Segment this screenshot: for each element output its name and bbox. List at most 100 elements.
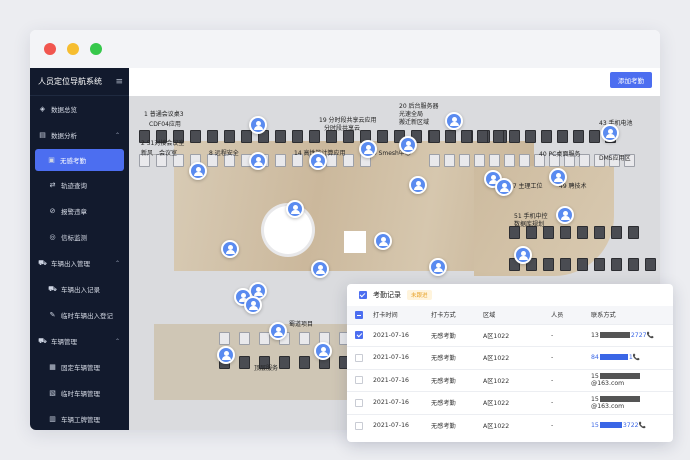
- phone-icon[interactable]: 📞: [639, 422, 646, 429]
- sidebar-item-4[interactable]: ⊘ 报警违章: [30, 198, 129, 224]
- map-zone-label: 51 手机中控: [514, 213, 548, 220]
- sidebar-item-7[interactable]: ⛟ 车辆出入记录: [30, 276, 129, 302]
- sidebar-item-6[interactable]: ⛟ 车辆出入管理 ⌃: [30, 250, 129, 276]
- person-location-pin-icon[interactable]: [221, 240, 239, 258]
- row-checkbox[interactable]: [355, 331, 363, 340]
- workstation-desk: [543, 226, 554, 239]
- person-location-pin-icon[interactable]: [249, 116, 267, 134]
- workstation-desk: [594, 226, 605, 239]
- sidebar-item-3[interactable]: ⇄ 轨迹查询: [30, 172, 129, 198]
- person-location-pin-icon[interactable]: [514, 246, 532, 264]
- phone-icon[interactable]: 📞: [633, 354, 640, 361]
- person-location-pin-icon[interactable]: [311, 260, 329, 278]
- person-location-pin-icon[interactable]: [244, 296, 262, 314]
- sidebar-item-12[interactable]: ▥ 车辆工牌管理: [30, 406, 129, 430]
- workstation-desk: [577, 226, 588, 239]
- sidebar-item-label: 车辆管理: [51, 338, 77, 346]
- table-row[interactable]: 2021-07-16 无感考勤 A区1022-13 2727📞: [347, 323, 673, 347]
- workstation-desk: [589, 130, 600, 143]
- person-location-pin-icon[interactable]: [249, 152, 267, 170]
- chevron-up-icon[interactable]: ⌃: [115, 132, 120, 139]
- person-location-pin-icon[interactable]: [399, 136, 417, 154]
- contact-cell: 13 2727📞: [591, 323, 673, 347]
- contact-prefix: 15: [591, 422, 599, 429]
- table-row[interactable]: 2021-07-16 无感考勤 A区1022-15 3722📞: [347, 413, 673, 437]
- maximize-window-button[interactable]: [90, 43, 102, 55]
- person-location-pin-icon[interactable]: [309, 152, 327, 170]
- person-location-pin-icon[interactable]: [374, 232, 392, 250]
- menu-toggle-icon[interactable]: ≡: [115, 77, 123, 87]
- close-window-button[interactable]: [44, 43, 56, 55]
- sidebar-item-1[interactable]: ▤ 数据分析 ⌃: [30, 122, 129, 148]
- redacted-contact: [599, 395, 640, 402]
- workstation-desk: [573, 130, 584, 143]
- workstation-desk: [377, 130, 388, 143]
- person-location-pin-icon[interactable]: [314, 342, 332, 360]
- redacted-contact: [599, 373, 640, 380]
- alarm-icon: ⊘: [49, 207, 56, 215]
- person-location-pin-icon[interactable]: [429, 258, 447, 276]
- workstation-desk: [219, 332, 230, 345]
- track-icon: ⇄: [49, 181, 56, 189]
- sidebar-item-label: 信标监测: [61, 234, 87, 242]
- person-location-pin-icon[interactable]: [549, 168, 567, 186]
- sidebar-item-label: 数据总览: [51, 106, 77, 114]
- chevron-up-icon[interactable]: ⌃: [115, 338, 120, 345]
- check-in-area: A区1022: [483, 368, 551, 392]
- workstation-desk: [645, 258, 656, 271]
- check-in-time: 2021-07-16: [373, 323, 431, 347]
- minimize-window-button[interactable]: [67, 43, 79, 55]
- row-checkbox[interactable]: [355, 353, 363, 362]
- sidebar-item-2[interactable]: ▣ 无感考勤: [35, 149, 124, 171]
- table-row[interactable]: 2021-07-16 无感考勤 A区1022-84 1📞: [347, 346, 673, 369]
- select-all-checkbox[interactable]: [355, 310, 363, 319]
- person-location-pin-icon[interactable]: [495, 178, 513, 196]
- sidebar-item-9[interactable]: ⛟ 车辆管理 ⌃: [30, 328, 129, 354]
- contact-prefix: 13: [591, 331, 599, 339]
- person-location-pin-icon[interactable]: [445, 112, 463, 130]
- sidebar-item-0[interactable]: ◈ 数据总览: [30, 96, 129, 122]
- person-location-pin-icon[interactable]: [217, 346, 235, 364]
- row-checkbox[interactable]: [355, 398, 363, 407]
- col-header-time: 打卡时间: [373, 306, 431, 324]
- add-attendance-button[interactable]: 添加考勤: [610, 72, 652, 88]
- workstation-desk: [509, 130, 520, 143]
- sidebar-item-label: 报警违章: [61, 208, 87, 216]
- person-location-pin-icon[interactable]: [601, 124, 619, 142]
- check-in-area: A区1022: [483, 391, 551, 414]
- row-checkbox[interactable]: [355, 376, 363, 385]
- contact-suffix: @163.com: [591, 402, 625, 410]
- person-name: -: [551, 346, 591, 369]
- contact-suffix: @163.com: [591, 380, 625, 388]
- row-checkbox[interactable]: [355, 421, 363, 430]
- register-icon: ✎: [49, 311, 56, 319]
- workstation-desk: [292, 130, 303, 143]
- table-row[interactable]: 2021-07-16 无感考勤 A区1022-15@163.com: [347, 368, 673, 392]
- person-location-pin-icon[interactable]: [359, 140, 377, 158]
- sidebar-item-5[interactable]: ◎ 信标监测: [30, 224, 129, 250]
- check-in-method: 无感考勤: [431, 391, 483, 414]
- desk-row: [509, 258, 660, 271]
- person-location-pin-icon[interactable]: [189, 162, 207, 180]
- sidebar-item-label: 无感考勤: [60, 157, 86, 165]
- map-zone-label: 顶层服务: [254, 365, 279, 372]
- workstation-desk: [560, 226, 571, 239]
- phone-icon[interactable]: 📞: [647, 332, 654, 339]
- check-in-method: 无感考勤: [431, 323, 483, 347]
- sidebar-item-11[interactable]: ▧ 临时车辆管理: [30, 380, 129, 406]
- map-zone-label: CDF04应用: [149, 121, 181, 128]
- table-row[interactable]: 2021-07-16 无感考勤 A区1022-15@163.com: [347, 391, 673, 414]
- person-location-pin-icon[interactable]: [556, 206, 574, 224]
- workstation-desk: [525, 130, 536, 143]
- person-location-pin-icon[interactable]: [286, 200, 304, 218]
- workstation-desk: [628, 258, 639, 271]
- person-location-pin-icon[interactable]: [269, 322, 287, 340]
- sidebar-item-8[interactable]: ✎ 临时车辆出入登记: [30, 302, 129, 328]
- chevron-up-icon[interactable]: ⌃: [115, 260, 120, 267]
- status-badge: 未跟进: [407, 290, 432, 300]
- sidebar-item-10[interactable]: ▦ 固定车辆管理: [30, 354, 129, 380]
- person-location-pin-icon[interactable]: [409, 176, 427, 194]
- workstation-desk: [560, 258, 571, 271]
- workstation-desk: [299, 356, 310, 369]
- workstation-desk: [239, 356, 250, 369]
